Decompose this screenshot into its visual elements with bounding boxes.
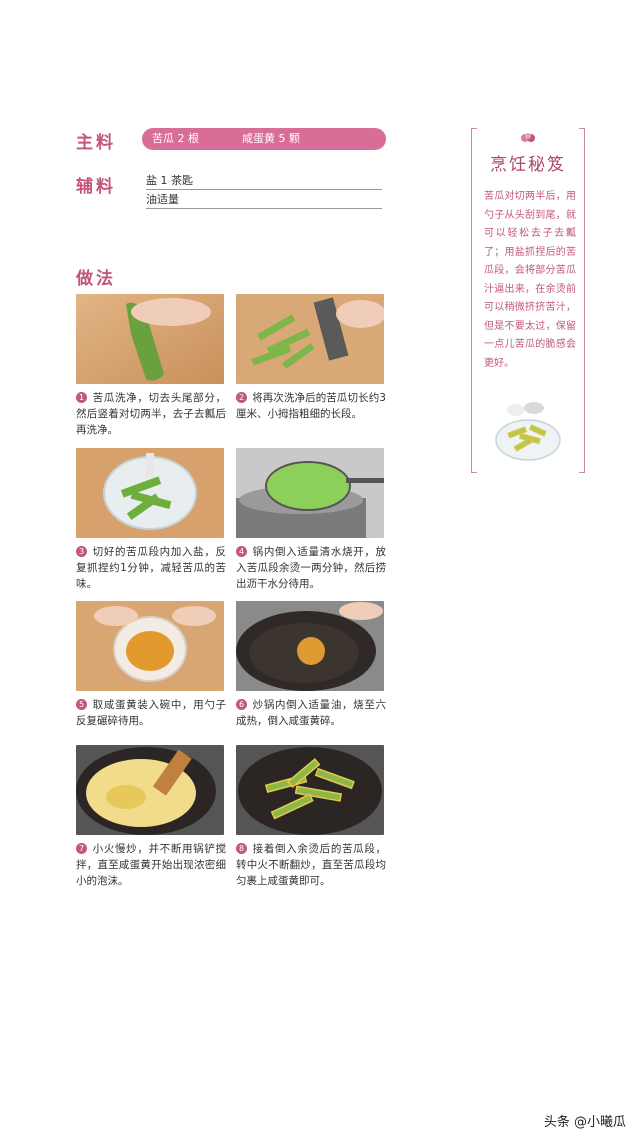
step-6-desc: 炒锅内倒入适量油，烧至六成热，倒入咸蛋黄碎。 — [236, 699, 386, 727]
step-7-text: 7 小火慢炒，并不断用锅铲搅拌，直至咸蛋黄开始出现浓密细小的泡沫。 — [76, 841, 226, 889]
step-4-photo — [236, 448, 384, 538]
flower-icon — [521, 133, 535, 142]
step-1-text: 1 苦瓜洗净，切去头尾部分，然后竖着对切两半，去子去瓤后再洗净。 — [76, 390, 226, 438]
cooking-tips-text: 苦瓜对切两半后，用勺子从头刮到尾，就可以轻松去子去瓤了；用盐抓捏后的苦瓜段，会将… — [484, 191, 576, 369]
step-2-text: 2 将再次洗净后的苦瓜切长约3厘米、小拇指粗细的长段。 — [236, 390, 386, 422]
cooking-tips-box: 烹饪秘笈 苦瓜对切两半后，用勺子从头刮到尾，就可以轻松去子去瓤了；用盐抓捏后的苦… — [471, 128, 585, 473]
step-8-number: 8 — [236, 843, 247, 854]
step-5-text: 5 取咸蛋黄装入碗中，用勺子反复碾碎待用。 — [76, 697, 226, 729]
step-2-desc: 将再次洗净后的苦瓜切长约3厘米、小拇指粗细的长段。 — [236, 392, 386, 420]
step-6-number: 6 — [236, 699, 247, 710]
step-5-desc: 取咸蛋黄装入碗中，用勺子反复碾碎待用。 — [76, 699, 226, 727]
method-title: 做法 — [76, 269, 116, 289]
step-8-photo — [236, 745, 384, 835]
step-3-desc: 切好的苦瓜段内加入盐，反复抓捏约1分钟，减轻苦瓜的苦味。 — [76, 546, 226, 590]
main-ingredient-egg-yolk: 咸蛋黄 5 颗 — [242, 132, 300, 145]
step-1-photo — [76, 294, 224, 384]
tips-dish-photo — [495, 402, 561, 461]
step-8-text: 8 接着倒入余烫后的苦瓜段，转中火不断翻炒，直至苦瓜段均匀裹上咸蛋黄即可。 — [236, 841, 386, 889]
step-1-desc: 苦瓜洗净，切去头尾部分，然后竖着对切两半，去子去瓤后再洗净。 — [76, 392, 226, 436]
step-2-photo — [236, 294, 384, 384]
aux-ingredients-title: 辅料 — [76, 177, 116, 197]
step-3-text: 3 切好的苦瓜段内加入盐，反复抓捏约1分钟，减轻苦瓜的苦味。 — [76, 544, 226, 592]
step-4-desc: 锅内倒入适量清水烧开，放入苦瓜段余烫一两分钟，然后捞出沥干水分待用。 — [236, 546, 386, 590]
step-5-number: 5 — [76, 699, 87, 710]
step-8-desc: 接着倒入余烫后的苦瓜段，转中火不断翻炒，直至苦瓜段均匀裹上咸蛋黄即可。 — [236, 843, 386, 887]
main-ingredient-bitter-melon: 苦瓜 2 根 — [152, 132, 199, 145]
step-6-text: 6 炒锅内倒入适量油，烧至六成热，倒入咸蛋黄碎。 — [236, 697, 386, 729]
cooking-tips-title: 烹饪秘笈 — [490, 155, 566, 175]
aux-ingredient-oil: 油适量 — [146, 192, 382, 209]
step-6-photo — [236, 601, 384, 691]
step-7-number: 7 — [76, 843, 87, 854]
aux-ingredient-salt: 盐 1 茶匙 — [146, 173, 382, 190]
main-ingredients-title: 主料 — [76, 133, 116, 153]
watermark: 头条 @小曦瓜 — [543, 1115, 626, 1130]
step-7-photo — [76, 745, 224, 835]
step-4-text: 4 锅内倒入适量清水烧开，放入苦瓜段余烫一两分钟，然后捞出沥干水分待用。 — [236, 544, 386, 592]
step-2-number: 2 — [236, 392, 247, 403]
step-1-number: 1 — [76, 392, 87, 403]
step-3-number: 3 — [76, 546, 87, 557]
step-7-desc: 小火慢炒，并不断用锅铲搅拌，直至咸蛋黄开始出现浓密细小的泡沫。 — [76, 843, 226, 887]
step-3-photo — [76, 448, 224, 538]
step-5-photo — [76, 601, 224, 691]
step-4-number: 4 — [236, 546, 247, 557]
main-ingredients-bar: 苦瓜 2 根 咸蛋黄 5 颗 — [142, 128, 386, 150]
